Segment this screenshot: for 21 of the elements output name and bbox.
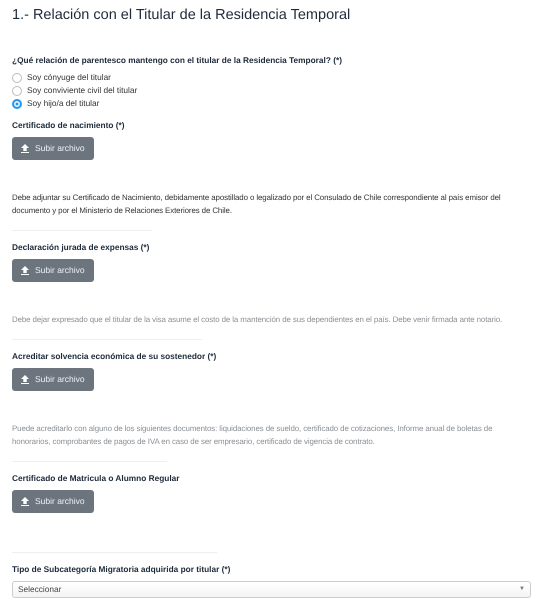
radio-label[interactable]: Soy cónyuge del titular (27, 71, 111, 84)
upload-button[interactable]: Subir archivo (12, 137, 94, 160)
field-label: Declaración jurada de expensas (*) (12, 242, 150, 253)
page-title: 1.- Relación con el Titular de la Residencia Temporal (12, 6, 352, 25)
upload-button[interactable]: Subir archivo (12, 490, 94, 513)
radio-button[interactable] (12, 98, 22, 108)
upload-icon (21, 497, 29, 506)
upload-button[interactable]: Subir archivo (12, 368, 94, 391)
radio-button[interactable] (12, 72, 22, 82)
upload-icon (21, 144, 29, 153)
field-label: Certificado de nacimiento (*) (12, 120, 126, 131)
upload-icon (21, 375, 29, 384)
upload-icon (21, 266, 29, 275)
question-label: ¿Qué relación de parentesco mantengo con el titular de la Residencia Temporal? (*) (12, 55, 343, 66)
field-label: Certificado de Matricula o Alumno Regular (12, 473, 180, 484)
upload-button[interactable]: Subir archivo (12, 259, 94, 282)
radio-label[interactable]: Soy conviviente civil del titular (27, 84, 138, 97)
radio-label[interactable]: Soy hijo/a del titular (27, 97, 100, 110)
field-label: Acreditar solvencia económica de su sostenedor (*) (12, 351, 218, 362)
field-label: Tipo de Subcategoría Migratoria adquirida por titular (*) (12, 564, 232, 575)
radio-button[interactable] (12, 86, 22, 96)
